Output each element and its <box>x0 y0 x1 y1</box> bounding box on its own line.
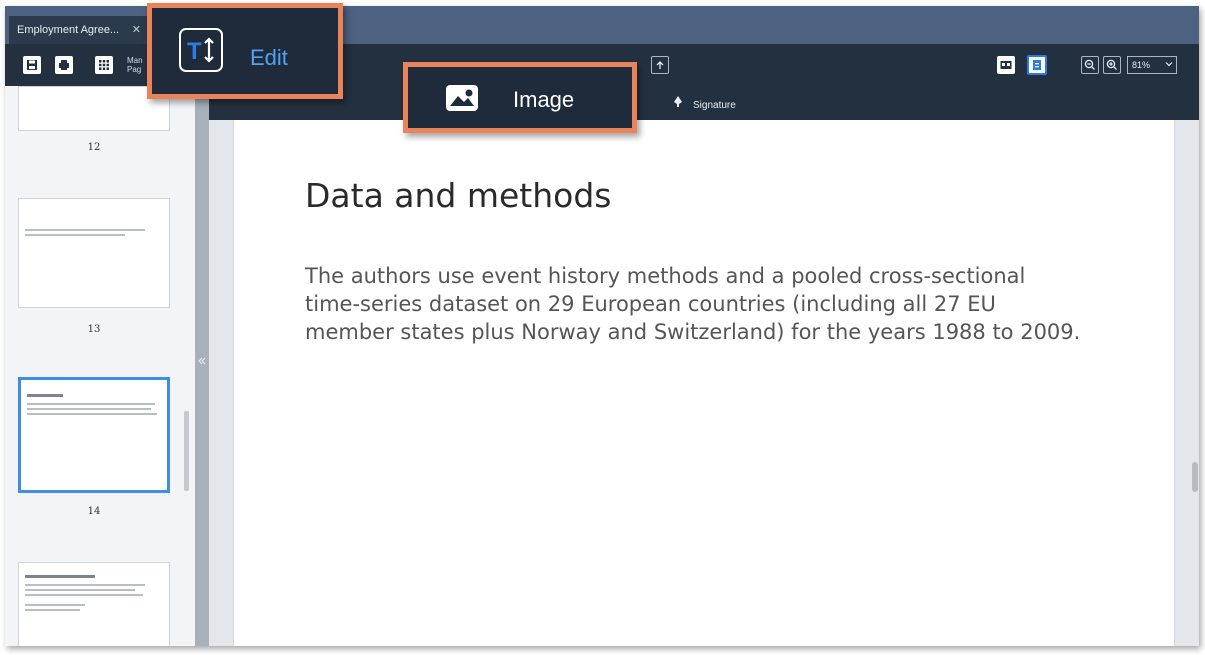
text-edit-icon: T <box>179 28 223 72</box>
pen-icon <box>673 96 683 111</box>
zoom-out-icon[interactable] <box>1081 56 1099 74</box>
body-line: The authors use event history methods an… <box>305 264 1026 288</box>
sidebar-scrollbar[interactable] <box>184 411 189 491</box>
body-line: time-series dataset on 29 European count… <box>305 292 996 316</box>
page-number: 14 <box>87 506 101 517</box>
document-tab[interactable]: Employment Agree... ✕ <box>9 16 149 44</box>
signature-tool[interactable]: Signature <box>673 96 736 111</box>
print-icon[interactable] <box>55 56 73 74</box>
collapse-panel-icon[interactable] <box>197 356 207 369</box>
edit-label: Edit <box>250 45 288 70</box>
manage-pages-label[interactable]: Man Pag <box>127 56 143 74</box>
body-line: member states plus Norway and Switzerlan… <box>305 320 1081 344</box>
zoom-value: 81% <box>1132 60 1151 70</box>
image-icon <box>446 85 478 111</box>
page-thumbnail-selected[interactable] <box>18 377 170 493</box>
panel-splitter[interactable] <box>195 86 209 646</box>
manage-pages-label-line2: Pag <box>127 65 142 74</box>
document-page[interactable]: Data and methods The authors use event h… <box>233 120 1175 646</box>
page-heading: Data and methods <box>305 176 612 215</box>
document-tab-title: Employment Agree... <box>17 24 120 36</box>
document-scrollbar[interactable] <box>1192 462 1198 492</box>
page-number: 12 <box>87 142 101 153</box>
manage-pages-icon[interactable] <box>95 56 113 74</box>
single-page-view-icon[interactable] <box>1027 55 1047 75</box>
view-mode-icon[interactable] <box>997 56 1015 74</box>
zoom-in-icon[interactable] <box>1103 56 1121 74</box>
zoom-select[interactable]: 81% <box>1127 56 1177 74</box>
svg-text:T: T <box>187 38 202 65</box>
close-tab-icon[interactable]: ✕ <box>132 16 141 44</box>
document-viewer: Data and methods The authors use event h… <box>209 120 1199 646</box>
page-thumbnails-panel: 12 13 14 <box>5 86 195 646</box>
image-label: Image <box>513 87 575 112</box>
page-body-text: The authors use event history methods an… <box>305 262 1115 346</box>
page-thumbnail[interactable] <box>18 562 170 646</box>
image-tool-callout[interactable]: Image <box>403 62 637 133</box>
chevron-down-icon <box>1165 57 1173 73</box>
signature-label: Signature <box>693 100 736 111</box>
edit-tool-callout[interactable]: T Edit <box>147 3 343 99</box>
page-thumbnail[interactable] <box>18 198 170 308</box>
page-number: 13 <box>87 324 101 335</box>
save-icon[interactable] <box>23 56 41 74</box>
manage-pages-label-line1: Man <box>127 56 143 65</box>
page-up-icon[interactable] <box>651 56 669 74</box>
